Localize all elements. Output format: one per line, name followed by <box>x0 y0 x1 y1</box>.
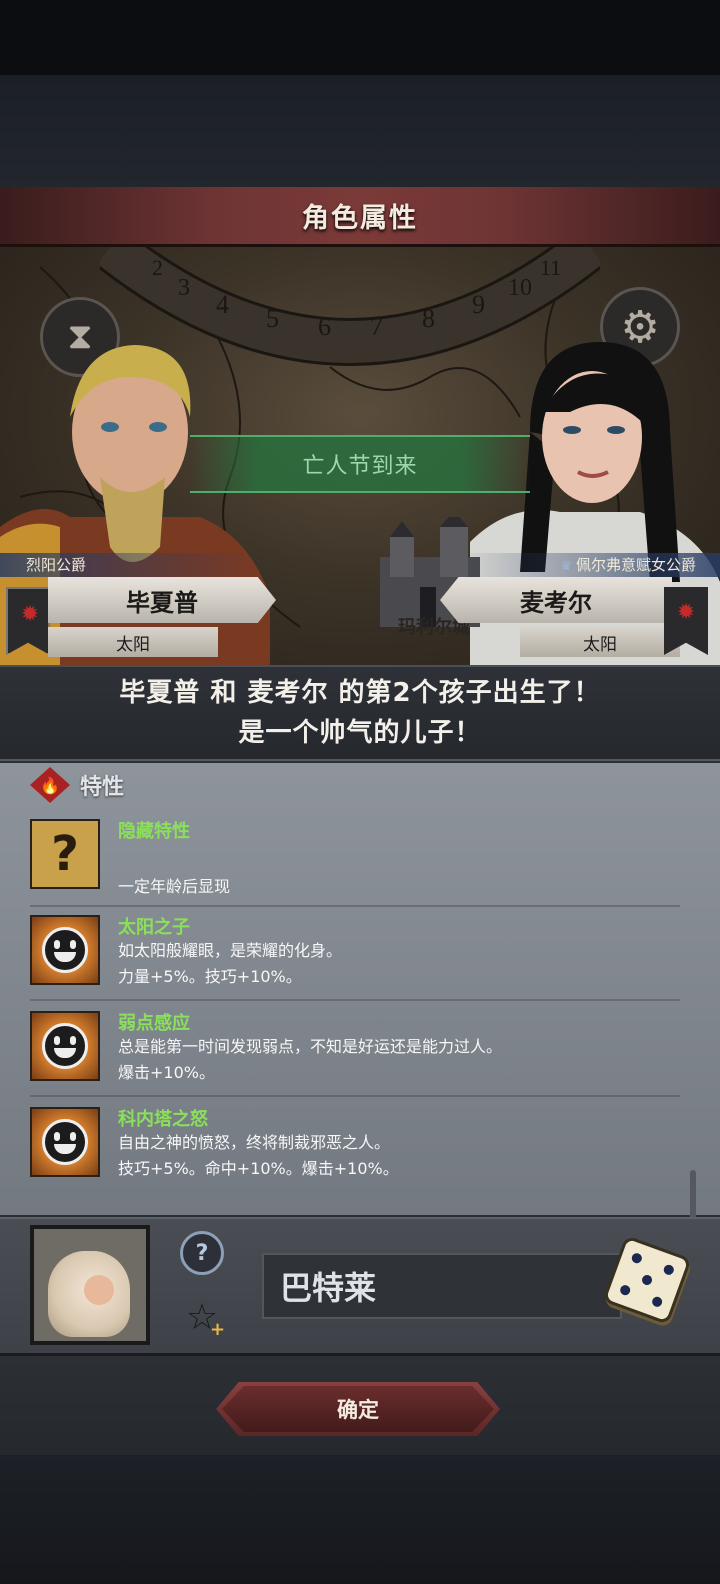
traits-header: 🔥 特性 <box>30 767 124 803</box>
trait-weakness-sense[interactable]: 弱点感应 总是能第一时间发现弱点，不知是好运还是能力过人。 爆击+10%。 <box>30 1007 680 1099</box>
trait-desc: 自由之神的愤怒，终将制裁邪恶之人。 <box>118 1133 391 1152</box>
birth-scene: 2 3 4 5 6 7 8 9 10 11 ⧗ ⚙ 亡人节到来 玛利尔城 烈阳公… <box>0 247 720 665</box>
mother-house-plate: 太阳 <box>520 627 680 657</box>
trait-son-of-sun[interactable]: 太阳之子 如太阳般耀眼，是荣耀的化身。 力量+5%。技巧+10%。 <box>30 911 680 1003</box>
wheel-number: 5 <box>266 304 279 333</box>
trait-hidden[interactable]: ? 隐藏特性 一定年龄后显现 <box>30 815 680 907</box>
wheel-number: 11 <box>540 255 561 280</box>
confirm-label: 确定 <box>337 1398 379 1422</box>
wheel-number: 6 <box>318 312 331 341</box>
mother-name: 麦考尔 <box>520 588 592 617</box>
trait-effect: 力量+5%。技巧+10%。 <box>118 967 302 986</box>
birth-announcement: 毕夏普 和 麦考尔 的第2个孩子出生了！ 是一个帅气的儿子！ <box>0 665 720 761</box>
title-bar: 角色属性 <box>0 187 720 247</box>
smile-icon <box>30 1011 100 1081</box>
trait-name: 科内塔之怒 <box>118 1109 208 1130</box>
trait-desc: 如太阳般耀眼，是荣耀的化身。 <box>118 941 343 960</box>
question-icon: ? <box>30 819 100 889</box>
sun-emblem-icon: ✹ <box>20 602 40 627</box>
father-title: 烈阳公爵 <box>0 553 260 577</box>
star-plus-icon[interactable]: ☆ + <box>180 1295 225 1341</box>
trait-konetta-wrath[interactable]: 科内塔之怒 自由之神的愤怒，终将制裁邪恶之人。 技巧+5%。命中+10%。爆击+… <box>30 1103 680 1195</box>
mother-title: 佩尔弗意赋女公爵 <box>575 556 696 574</box>
trait-divider <box>30 905 680 907</box>
dialog-footer: 确定 <box>0 1353 720 1455</box>
wheel-number: 10 <box>508 275 532 301</box>
trait-effect: 技巧+5%。命中+10%。爆击+10%。 <box>118 1159 399 1178</box>
wheel-number: 3 <box>178 275 190 301</box>
mother-house: 太阳 <box>583 634 617 655</box>
father-house-plate: 太阳 <box>48 627 218 657</box>
event-banner: 亡人节到来 <box>190 435 530 493</box>
crown-icon: ♛ <box>560 559 572 574</box>
father-nameplate[interactable]: 毕夏普 <box>48 577 276 623</box>
mother-nameplate[interactable]: 麦考尔 <box>440 577 672 623</box>
father-house: 太阳 <box>116 634 150 655</box>
mother-title-bar: ♛ 佩尔弗意赋女公爵 <box>460 553 720 577</box>
top-backdrop <box>0 75 720 187</box>
character-attributes-dialog: 角色属性 2 3 4 5 6 7 8 9 10 11 ⧗ ⚙ 亡人节到来 玛利尔… <box>0 187 720 1455</box>
trait-name: 弱点感应 <box>118 1013 190 1034</box>
traits-panel[interactable]: 🔥 特性 ? 隐藏特性 一定年龄后显现 太阳之子 如太阳般耀眼，是荣耀的化身。 … <box>0 763 720 1365</box>
trait-desc: 总是能第一时间发现弱点，不知是好运还是能力过人。 <box>118 1037 503 1056</box>
wheel-number: 2 <box>152 255 163 280</box>
wheel-number: 9 <box>472 290 485 319</box>
trait-name: 隐藏特性 <box>118 821 190 842</box>
question-circle-icon[interactable]: ? <box>180 1231 224 1275</box>
trait-effect: 爆击+10%。 <box>118 1063 215 1082</box>
baby-avatar <box>48 1251 130 1337</box>
smile-icon <box>30 915 100 985</box>
father-name: 毕夏普 <box>126 588 198 617</box>
child-section: ? ☆ + 巴特莱 <box>0 1217 720 1353</box>
child-name-input[interactable]: 巴特莱 <box>262 1253 622 1319</box>
flame-icon: 🔥 <box>30 767 70 803</box>
confirm-button[interactable]: 确定 <box>216 1382 500 1436</box>
wheel-number: 4 <box>216 290 229 319</box>
trait-desc: 一定年龄后显现 <box>118 877 231 896</box>
sun-emblem-icon: ✹ <box>676 600 696 625</box>
wheel-number: 8 <box>422 304 435 333</box>
dialog-title: 角色属性 <box>302 203 418 234</box>
bottom-backdrop <box>0 1455 720 1584</box>
smile-icon <box>30 1107 100 1177</box>
traits-title: 特性 <box>80 775 125 800</box>
event-banner-text: 亡人节到来 <box>302 454 418 479</box>
child-name-value: 巴特莱 <box>280 1269 377 1307</box>
announcement-line-1: 毕夏普 和 麦考尔 的第2个孩子出生了！ <box>119 678 601 708</box>
trait-divider <box>30 999 680 1001</box>
child-portrait <box>30 1225 150 1345</box>
announcement-line-2: 是一个帅气的儿子！ <box>238 718 482 748</box>
trait-divider <box>30 1095 680 1097</box>
trait-name: 太阳之子 <box>118 917 190 938</box>
wheel-number: 7 <box>370 312 383 341</box>
